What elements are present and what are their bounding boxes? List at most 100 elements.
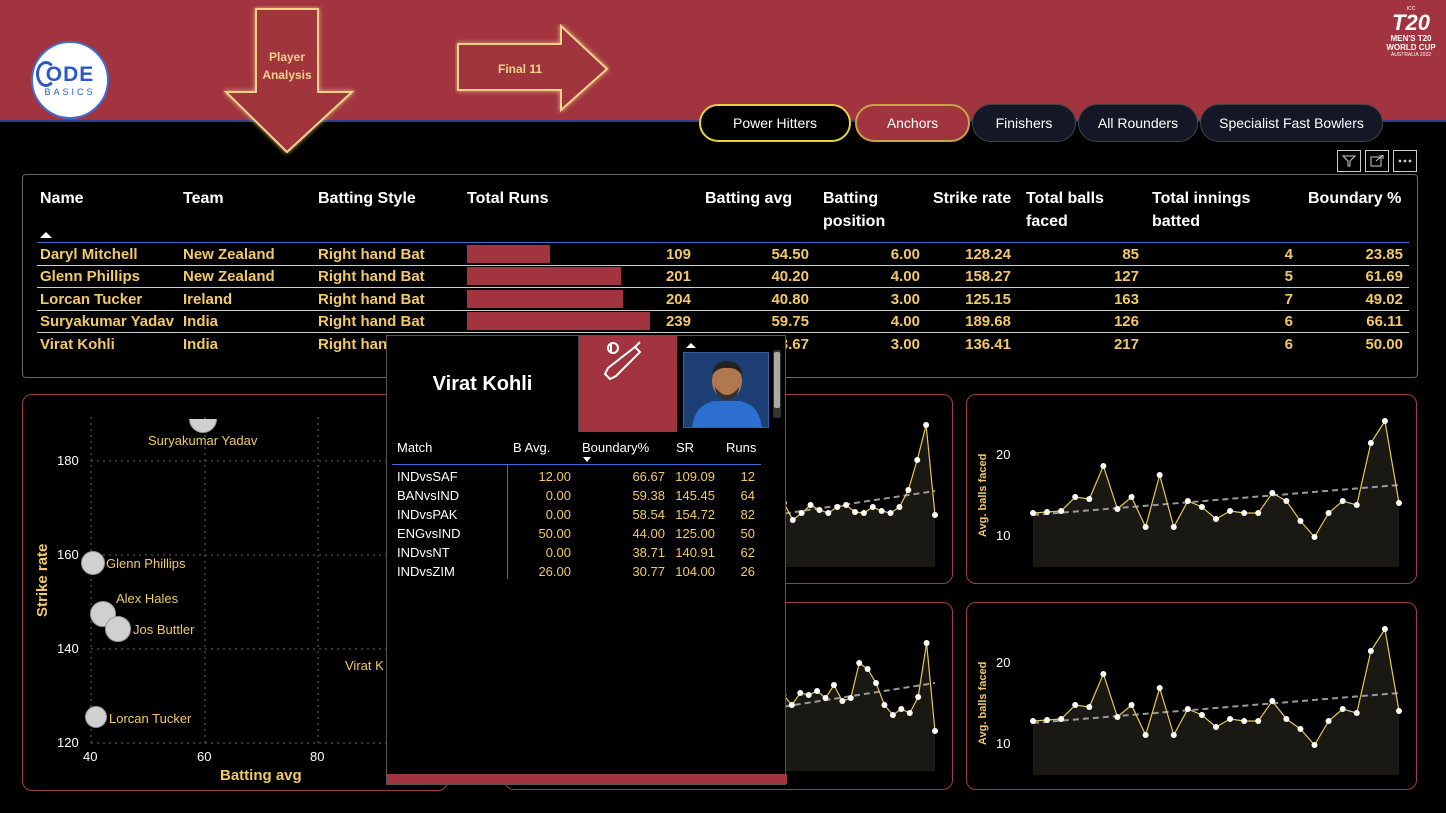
data-point[interactable] [1170, 732, 1177, 738]
cell-balls[interactable]: 217 [1114, 335, 1139, 355]
nav-player-analysis[interactable]: Player Analysis [222, 6, 356, 156]
data-point[interactable] [834, 504, 841, 510]
data-point[interactable] [1058, 716, 1065, 722]
bubble-jos-buttler[interactable] [105, 616, 131, 642]
data-point[interactable] [822, 695, 829, 701]
cell-runs[interactable]: 109 [666, 245, 691, 265]
data-point[interactable] [1184, 498, 1191, 504]
data-point[interactable] [898, 706, 905, 712]
data-point[interactable] [860, 510, 867, 516]
data-point[interactable] [923, 640, 930, 646]
data-point[interactable] [805, 692, 812, 698]
data-point[interactable] [914, 457, 921, 463]
cell-team[interactable]: New Zealand [183, 245, 275, 265]
data-point[interactable] [1325, 718, 1332, 724]
data-point[interactable] [798, 510, 805, 516]
cell-pos[interactable]: 6.00 [891, 245, 920, 265]
data-point[interactable] [1030, 718, 1036, 724]
col-header-name[interactable]: Name [40, 187, 84, 210]
data-point[interactable] [814, 688, 821, 694]
tab-power-hitters[interactable]: Power Hitters [699, 104, 851, 142]
data-point[interactable] [1396, 500, 1402, 506]
cell-name[interactable]: Lorcan Tucker [40, 290, 142, 310]
data-point[interactable] [932, 512, 938, 518]
col-header-team[interactable]: Team [183, 187, 224, 210]
cell-pos[interactable]: 4.00 [891, 267, 920, 287]
data-point[interactable] [1086, 496, 1093, 502]
tt-col-match[interactable]: Match [397, 440, 432, 455]
data-point[interactable] [1367, 440, 1374, 446]
cell-balls[interactable]: 126 [1114, 312, 1139, 332]
scroll-up-icon[interactable] [686, 342, 696, 348]
data-point[interactable] [873, 680, 880, 686]
focus-mode-icon[interactable] [1365, 150, 1389, 172]
bubble-lorcan-tucker[interactable] [85, 706, 107, 728]
data-point[interactable] [1086, 704, 1093, 710]
data-point[interactable] [1142, 524, 1149, 530]
cell-pos[interactable]: 3.00 [891, 290, 920, 310]
tt-col-bavg[interactable]: B Avg. [513, 440, 550, 455]
col-header-strike-rate[interactable]: Strike rate [933, 187, 1011, 210]
cell-boundary[interactable]: 23.85 [1365, 245, 1403, 265]
cell-balls[interactable]: 85 [1122, 245, 1139, 265]
total-runs-bar[interactable] [467, 312, 650, 330]
data-point[interactable] [1283, 716, 1290, 722]
cell-style[interactable]: Right hand Bat [318, 245, 425, 265]
cell-pos[interactable]: 3.00 [891, 335, 920, 355]
data-point[interactable] [1058, 508, 1065, 514]
tab-specialist-fast-bowlers[interactable]: Specialist Fast Bowlers [1200, 104, 1383, 142]
cell-style[interactable]: Right hand Bat [318, 267, 425, 287]
data-point[interactable] [1128, 702, 1135, 708]
bubble-glenn-phillips[interactable] [81, 551, 105, 575]
cell-team[interactable]: India [183, 335, 218, 355]
data-point[interactable] [852, 509, 858, 515]
data-point[interactable] [906, 710, 913, 716]
data-point[interactable] [843, 502, 850, 508]
data-point[interactable] [1142, 732, 1149, 738]
cell-runs[interactable]: 239 [666, 312, 691, 332]
col-header-innings[interactable]: Total innings batted [1152, 187, 1250, 233]
cell-sr[interactable]: 125.15 [965, 290, 1011, 310]
data-point[interactable] [1156, 685, 1163, 691]
data-point[interactable] [932, 728, 938, 734]
cell-boundary[interactable]: 49.02 [1365, 290, 1403, 310]
cell-pos[interactable]: 4.00 [891, 312, 920, 332]
cell-inn[interactable]: 6 [1285, 335, 1293, 355]
data-point[interactable] [1396, 708, 1402, 714]
total-runs-bar[interactable] [467, 267, 621, 285]
cell-inn[interactable]: 4 [1285, 245, 1293, 265]
col-header-boundary[interactable]: Boundary % [1308, 187, 1401, 210]
data-point[interactable] [881, 702, 888, 708]
filter-icon[interactable] [1337, 150, 1361, 172]
data-point[interactable] [1156, 472, 1163, 478]
data-point[interactable] [1283, 498, 1290, 504]
col-header-batting-style[interactable]: Batting Style [318, 187, 416, 210]
total-runs-bar[interactable] [467, 245, 550, 263]
data-point[interactable] [1241, 510, 1248, 516]
col-header-total-runs[interactable]: Total Runs [467, 187, 548, 210]
nav-final-11[interactable]: Final 11 [455, 23, 613, 114]
tooltip-scrollbar[interactable] [773, 350, 781, 418]
cell-style[interactable]: Right hand Bat [318, 312, 425, 332]
cell-avg[interactable]: 59.75 [771, 312, 809, 332]
data-point[interactable] [905, 487, 912, 493]
cell-sr[interactable]: 158.27 [965, 267, 1011, 287]
data-point[interactable] [1325, 510, 1332, 516]
cell-team[interactable]: India [183, 312, 218, 332]
data-point[interactable] [1044, 717, 1051, 723]
data-point[interactable] [878, 508, 885, 514]
data-point[interactable] [1114, 506, 1121, 512]
data-point[interactable] [1100, 671, 1107, 677]
data-point[interactable] [1353, 502, 1360, 508]
data-point[interactable] [1072, 494, 1079, 500]
data-point[interactable] [887, 510, 894, 516]
col-header-batting-position[interactable]: Batting position [823, 187, 885, 233]
data-point[interactable] [1184, 706, 1191, 712]
data-point[interactable] [1241, 718, 1248, 724]
cell-boundary[interactable]: 61.69 [1365, 267, 1403, 287]
data-point[interactable] [1367, 648, 1374, 654]
data-point[interactable] [1381, 626, 1388, 632]
tab-all-rounders[interactable]: All Rounders [1078, 104, 1198, 142]
tt-col-sr[interactable]: SR [676, 440, 694, 455]
tt-col-runs[interactable]: Runs [726, 440, 756, 455]
